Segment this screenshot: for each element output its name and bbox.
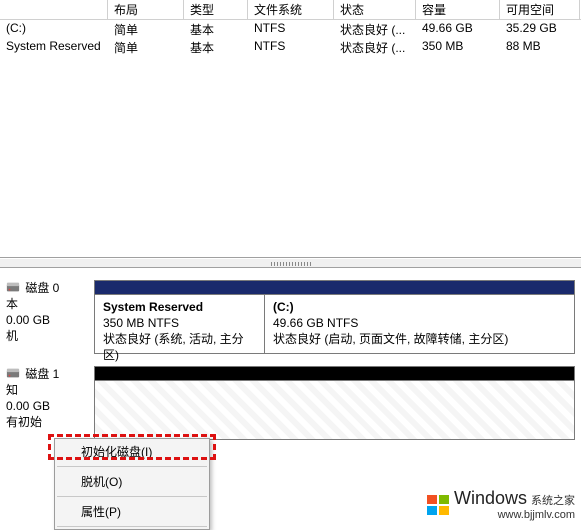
disk-context-menu: 初始化磁盘(I) 脱机(O) 属性(P) [54,438,210,530]
disk0-map: System Reserved 350 MB NTFS 状态良好 (系统, 活动… [94,280,575,354]
part-title: System Reserved [103,299,256,315]
menu-properties[interactable]: 属性(P) [55,499,209,524]
cell-free: 88 MB [500,38,580,56]
cell-layout: 简单 [108,38,184,56]
disk1-legend[interactable]: 磁盘 1 知 0.00 GB 有初始 [6,366,94,440]
disk1-kind: 知 [6,382,88,398]
cell-type: 基本 [184,38,248,56]
table-row[interactable]: System Reserved 简单 基本 NTFS 状态良好 (... 350… [0,38,581,56]
cell-type: 基本 [184,20,248,38]
cell-free: 35.29 GB [500,20,580,38]
disk0-kind: 本 [6,296,88,312]
windows-logo-icon [426,493,450,517]
partition-c[interactable]: (C:) 49.66 GB NTFS 状态良好 (启动, 页面文件, 故障转储,… [265,295,574,353]
volume-list-pane: 布局 类型 文件系统 状态 容量 可用空间 (C:) 简单 基本 NTFS 状态… [0,0,581,258]
col-status[interactable]: 状态 [334,0,416,19]
part-line2: 49.66 GB NTFS [273,315,566,331]
part-title: (C:) [273,299,566,315]
disk1-unallocated [95,381,574,439]
cell-status: 状态良好 (... [334,38,416,56]
watermark: Windows 系统之家 www.bjjmlv.com [426,488,575,521]
disk1-size: 0.00 GB [6,398,88,414]
cell-status: 状态良好 (... [334,20,416,38]
col-filesystem[interactable]: 文件系统 [248,0,334,19]
pane-splitter[interactable] [0,258,581,268]
menu-separator [57,526,207,527]
partition-system-reserved[interactable]: System Reserved 350 MB NTFS 状态良好 (系统, 活动… [95,295,265,353]
cell-volume: System Reserved [0,38,108,56]
col-type[interactable]: 类型 [184,0,248,19]
disk0-size: 0.00 GB [6,312,88,328]
disk0-header-bar [95,281,574,295]
watermark-brand: Windows [454,488,527,508]
volume-list-header: 布局 类型 文件系统 状态 容量 可用空间 [0,0,581,20]
cell-fs: NTFS [248,38,334,56]
disk1-header-bar [95,367,574,381]
col-freespace[interactable]: 可用空间 [500,0,580,19]
cell-cap: 350 MB [416,38,500,56]
disk-row-1: 磁盘 1 知 0.00 GB 有初始 [6,366,575,440]
part-line3: 状态良好 (系统, 活动, 主分区) [103,331,256,363]
cell-volume: (C:) [0,20,108,38]
disk1-title: 磁盘 1 [25,367,59,381]
col-capacity[interactable]: 容量 [416,0,500,19]
disk-row-0: 磁盘 0 本 0.00 GB 机 System Reserved 350 MB … [6,280,575,354]
disk0-legend[interactable]: 磁盘 0 本 0.00 GB 机 [6,280,94,354]
menu-initialize-disk[interactable]: 初始化磁盘(I) [55,439,209,464]
cell-layout: 简单 [108,20,184,38]
watermark-sub: 系统之家 [531,495,575,507]
disk-icon [6,280,20,294]
disk-graphic-pane: 磁盘 0 本 0.00 GB 机 System Reserved 350 MB … [0,268,581,458]
grip-icon [271,262,311,266]
disk-icon [6,366,20,380]
disk1-map[interactable] [94,366,575,440]
watermark-url: www.bjjmlv.com [454,509,575,521]
menu-separator [57,496,207,497]
disk0-state: 机 [6,328,88,344]
cell-cap: 49.66 GB [416,20,500,38]
part-line3: 状态良好 (启动, 页面文件, 故障转储, 主分区) [273,331,566,347]
disk0-title: 磁盘 0 [25,281,59,295]
col-layout[interactable]: 布局 [108,0,184,19]
col-volume[interactable] [0,0,108,19]
cell-fs: NTFS [248,20,334,38]
menu-offline[interactable]: 脱机(O) [55,469,209,494]
table-row[interactable]: (C:) 简单 基本 NTFS 状态良好 (... 49.66 GB 35.29… [0,20,581,38]
disk1-state: 有初始 [6,414,88,430]
part-line2: 350 MB NTFS [103,315,256,331]
menu-separator [57,466,207,467]
